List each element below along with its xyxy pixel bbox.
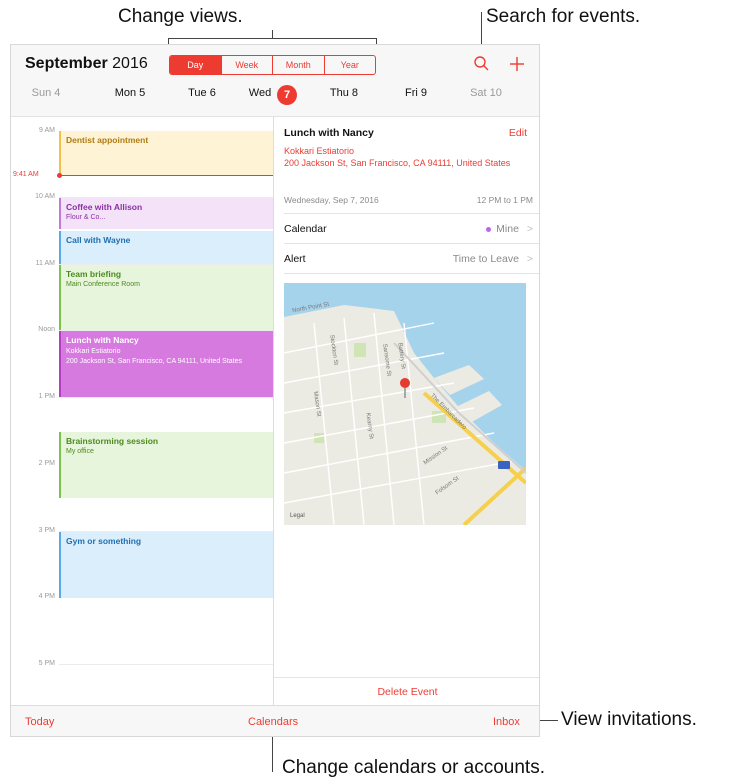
detail-title: Lunch with Nancy xyxy=(284,127,374,139)
callout-change-views: Change views. xyxy=(118,6,243,27)
chevron-right-icon: > xyxy=(526,223,533,235)
event-call[interactable]: Call with Wayne xyxy=(59,231,273,264)
year-label: 2016 xyxy=(112,55,148,72)
event-subtitle: My office xyxy=(66,448,94,455)
day-sun[interactable]: Sun 4 xyxy=(11,87,81,99)
event-lunch[interactable]: Lunch with Nancy Kokkari Estiatorio 200 … xyxy=(59,331,273,397)
callout-line-change-views xyxy=(272,30,273,38)
calendar-header: September 2016 Day Week Month Year Sun 4… xyxy=(11,45,539,117)
event-gym[interactable]: Gym or something xyxy=(59,532,273,598)
event-subtitle: Flour & Co... xyxy=(66,214,106,221)
calendar-row-value[interactable]: Mine > xyxy=(486,223,533,235)
inbox-button[interactable]: Inbox xyxy=(493,716,520,728)
detail-date: Wednesday, Sep 7, 2016 xyxy=(284,195,379,205)
callout-bracket-change-views xyxy=(168,38,377,39)
tab-day[interactable]: Day xyxy=(170,56,222,74)
alert-row-label[interactable]: Alert xyxy=(284,253,306,265)
callout-change-calendars: Change calendars or accounts. xyxy=(282,757,545,778)
today-badge[interactable]: 7 xyxy=(277,85,297,105)
day-thu[interactable]: Thu 8 xyxy=(309,87,379,99)
hour-label: 4 PM xyxy=(38,593,55,600)
hour-label: 10 AM xyxy=(35,193,55,200)
day-timeline[interactable]: 9 AM 10 AM 11 AM Noon 1 PM 2 PM 3 PM 4 P… xyxy=(11,117,273,705)
separator xyxy=(284,243,539,244)
month-title: September 2016 xyxy=(25,55,148,73)
today-button[interactable]: Today xyxy=(25,716,54,728)
map-legal-label[interactable]: Legal xyxy=(290,513,305,519)
calendar-row-label[interactable]: Calendar xyxy=(284,223,327,235)
alert-value: Time to Leave xyxy=(452,253,519,265)
hour-label: 11 AM xyxy=(35,260,55,267)
calendars-button[interactable]: Calendars xyxy=(248,716,298,728)
separator xyxy=(284,273,539,274)
event-title: Lunch with Nancy xyxy=(66,335,139,345)
event-subtitle: Kokkari Estiatorio 200 Jackson St, San F… xyxy=(66,348,243,365)
calendar-color-dot xyxy=(486,226,492,232)
bottom-toolbar: Today Calendars Inbox xyxy=(11,705,539,736)
callout-search-events: Search for events. xyxy=(486,6,641,27)
tab-month[interactable]: Month xyxy=(273,56,325,74)
map-graphic xyxy=(284,283,526,525)
hour-line xyxy=(59,397,273,398)
current-time-line xyxy=(59,175,273,176)
chevron-right-icon: > xyxy=(526,253,533,265)
hour-label: 5 PM xyxy=(38,660,55,667)
hour-label: 3 PM xyxy=(38,527,55,534)
event-title: Coffee with Allison xyxy=(66,202,143,212)
calendar-screen: September 2016 Day Week Month Year Sun 4… xyxy=(10,44,540,737)
hour-label: 1 PM xyxy=(38,393,55,400)
event-team-briefing[interactable]: Team briefing Main Conference Room xyxy=(59,265,273,330)
event-title: Team briefing xyxy=(66,269,122,279)
current-time-label: 9:41 AM xyxy=(13,171,39,178)
add-event-icon[interactable] xyxy=(506,53,528,75)
tab-year[interactable]: Year xyxy=(325,56,376,74)
delete-event-button[interactable]: Delete Event xyxy=(274,677,539,705)
alert-row-value[interactable]: Time to Leave > xyxy=(453,253,533,265)
event-dentist[interactable]: Dentist appointment xyxy=(59,131,273,175)
event-coffee[interactable]: Coffee with Allison Flour & Co... xyxy=(59,198,273,229)
event-title: Brainstorming session xyxy=(66,436,159,446)
search-icon[interactable] xyxy=(471,53,493,75)
day-mon[interactable]: Mon 5 xyxy=(95,87,165,99)
hour-line xyxy=(59,664,273,665)
callout-view-invitations: View invitations. xyxy=(561,709,697,730)
tab-week[interactable]: Week xyxy=(222,56,273,74)
week-strip: Sun 4 Mon 5 Tue 6 Wed Thu 8 Fri 9 Sat 10 xyxy=(11,83,539,109)
hour-label: 2 PM xyxy=(38,460,55,467)
month-name: September xyxy=(25,55,108,72)
event-title: Dentist appointment xyxy=(66,135,149,145)
hour-label: Noon xyxy=(38,326,55,333)
hour-label: 9 AM xyxy=(39,127,55,134)
detail-time: 12 PM to 1 PM xyxy=(476,195,533,205)
calendar-value: Mine xyxy=(496,223,519,235)
current-time-dot xyxy=(57,173,62,178)
location-map[interactable]: North Point St Stockton St Sansome St Ba… xyxy=(284,283,526,525)
detail-location[interactable]: Kokkari Estiatorio 200 Jackson St, San F… xyxy=(284,145,514,169)
event-title: Gym or something xyxy=(66,536,142,546)
event-detail-pane: Lunch with Nancy Edit Kokkari Estiatorio… xyxy=(274,117,539,705)
day-fri[interactable]: Fri 9 xyxy=(381,87,451,99)
event-subtitle: Main Conference Room xyxy=(66,281,140,288)
event-brainstorming[interactable]: Brainstorming session My office xyxy=(59,432,273,498)
day-sat[interactable]: Sat 10 xyxy=(451,87,521,99)
edit-button[interactable]: Edit xyxy=(509,127,527,139)
view-segmented-control: Day Week Month Year xyxy=(169,55,376,75)
event-title: Call with Wayne xyxy=(66,235,131,245)
separator xyxy=(284,213,539,214)
